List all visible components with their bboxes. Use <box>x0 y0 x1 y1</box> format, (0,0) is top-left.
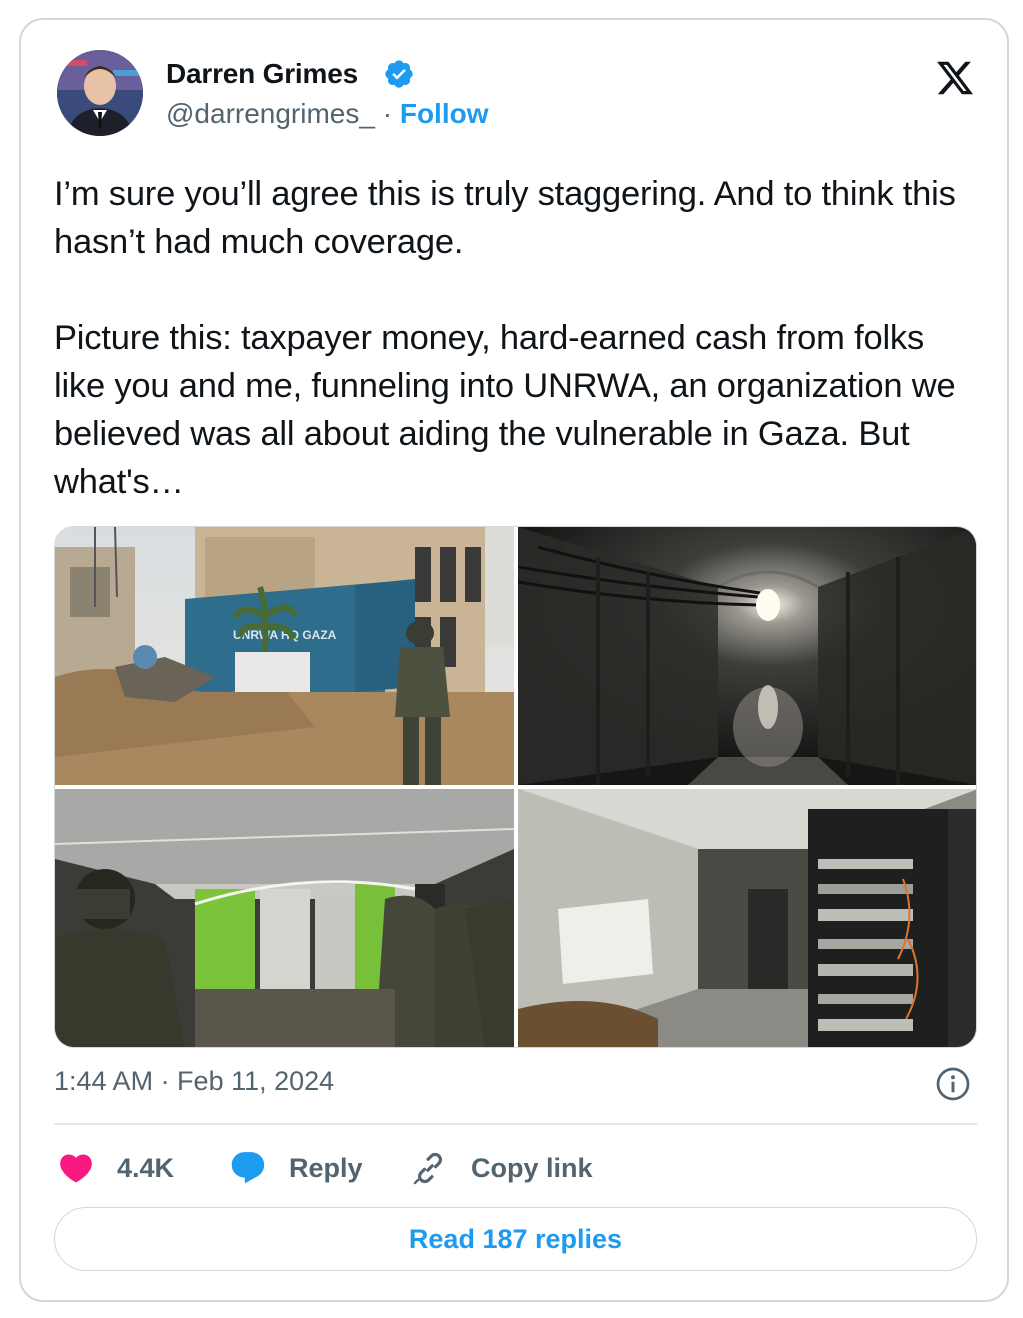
handle-line: @darrengrimes_ · Follow <box>166 98 489 130</box>
divider <box>54 1123 977 1125</box>
tweet-card: Darren Grimes @darrengrimes_ · Follow I’… <box>19 18 1009 1302</box>
media-grid: UNRWA HQ GAZA <box>54 526 977 1048</box>
info-icon[interactable] <box>935 1066 971 1102</box>
media-image-1[interactable]: UNRWA HQ GAZA <box>55 527 514 785</box>
link-icon <box>413 1152 442 1185</box>
follow-button[interactable]: Follow <box>400 98 489 129</box>
reply-button[interactable]: Reply <box>229 1148 363 1188</box>
media-image-4[interactable] <box>518 789 976 1047</box>
read-replies-button[interactable]: Read 187 replies <box>54 1207 977 1271</box>
media-image-2[interactable] <box>518 527 976 785</box>
tweet-text: I’m sure you’ll agree this is truly stag… <box>54 175 956 501</box>
like-count: 4.4K <box>117 1152 175 1183</box>
copy-link-button[interactable]: Copy link <box>411 1148 593 1188</box>
author-name[interactable]: Darren Grimes <box>166 58 358 90</box>
like-button[interactable]: 4.4K <box>57 1148 174 1188</box>
reply-label: Reply <box>289 1152 363 1183</box>
author-handle[interactable]: @darrengrimes_ <box>166 98 375 129</box>
x-logo-icon[interactable] <box>934 58 976 98</box>
tweet-timestamp[interactable]: 1:44 AM · Feb 11, 2024 <box>54 1066 334 1097</box>
verified-badge-icon <box>385 60 413 88</box>
copy-link-label: Copy link <box>471 1152 593 1183</box>
media-image-3[interactable] <box>55 789 514 1047</box>
speech-bubble-icon <box>231 1152 265 1184</box>
avatar[interactable] <box>57 50 143 136</box>
separator: · <box>374 98 400 129</box>
heart-icon <box>60 1154 92 1183</box>
